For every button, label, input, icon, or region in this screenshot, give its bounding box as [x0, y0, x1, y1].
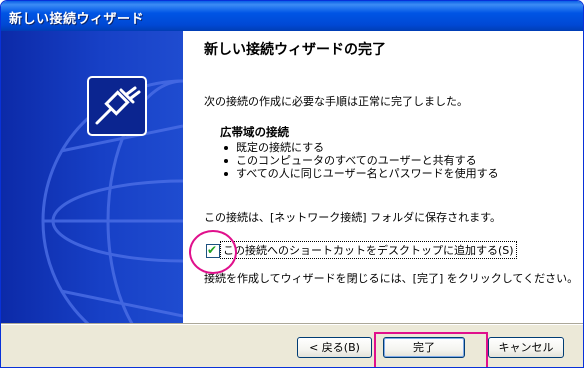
window-title: 新しい接続ウィザード: [9, 12, 145, 27]
globe-graphic: [41, 79, 183, 323]
shortcut-checkbox-label[interactable]: この接続へのショートカットをデスクトップに追加する(S): [220, 241, 517, 259]
summary-item: すべての人に同じユーザー名とパスワードを使用する: [224, 165, 499, 181]
summary-title: 広帯域の接続: [220, 125, 289, 139]
finish-instruction: 接続を作成してウィザードを閉じるには、[完了] をクリックしてください。: [204, 272, 579, 285]
checkbox-highlight-circle: [189, 230, 237, 274]
saved-note: この接続は、[ネットワーク接続] フォルダに保存されます。: [204, 211, 501, 224]
finish-highlight-rect: [374, 332, 488, 367]
sidebar-graphic: [1, 31, 183, 323]
title-bar[interactable]: 新しい接続ウィザード: [1, 1, 583, 31]
page-heading: 新しい接続ウィザードの完了: [204, 42, 386, 58]
description-text: 次の接続の作成に必要な手順は正常に完了しました。: [204, 95, 468, 108]
content-panel: 新しい接続ウィザードの完了 次の接続の作成に必要な手順は正常に完了しました。 広…: [183, 31, 583, 323]
divider-highlight: [1, 324, 583, 325]
network-cable-icon: [87, 76, 147, 136]
wizard-window: 新しい接続ウィザード 新しい接続ウィザードの完了 次の接続の作成に必要な手順は正…: [0, 0, 584, 368]
cancel-button[interactable]: キャンセル: [488, 337, 564, 358]
back-button[interactable]: < 戻る(B): [297, 337, 372, 358]
